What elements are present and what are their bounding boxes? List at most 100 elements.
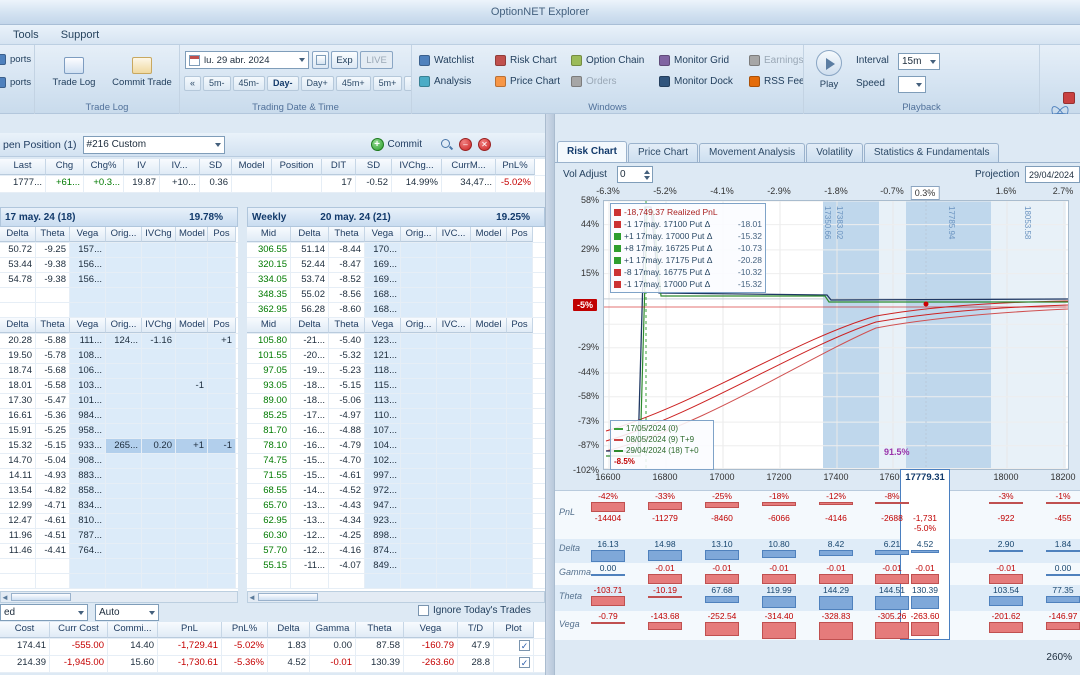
plot-checkbox[interactable]: ✓ bbox=[519, 657, 530, 668]
table-row[interactable]: 101.55 -20... -5.32 121... bbox=[247, 349, 545, 364]
remove-icon[interactable]: – bbox=[459, 138, 472, 151]
table-row[interactable]: 50.72 -9.25 157... bbox=[0, 243, 238, 258]
table-row[interactable]: 348.35 55.02 -8.56 168... bbox=[247, 288, 545, 303]
reports-button[interactable]: ports bbox=[0, 74, 34, 90]
table-row[interactable]: 53.44 -9.38 156... bbox=[0, 258, 238, 273]
commit-trade-button[interactable]: Commit Trade bbox=[109, 48, 175, 96]
search-icon[interactable] bbox=[440, 138, 453, 151]
table-row[interactable]: 54.78 -9.38 156... bbox=[0, 273, 238, 288]
expiry-header-left[interactable]: 17 may. 24 (18) 19.78% bbox=[0, 207, 238, 227]
table-row[interactable]: 65.70 -13... -4.43 947... bbox=[247, 499, 545, 514]
tab-movement-analysis[interactable]: Movement Analysis bbox=[699, 143, 806, 162]
spinner-arrows-icon[interactable] bbox=[644, 169, 650, 180]
table-row[interactable] bbox=[0, 303, 238, 318]
table-row[interactable]: 17.30 -5.47 101... bbox=[0, 394, 238, 409]
close-icon[interactable]: ✕ bbox=[478, 138, 491, 151]
tab-statistics-fundamentals[interactable]: Statistics & Fundamentals bbox=[863, 143, 1000, 162]
step-forward-icon[interactable]: » bbox=[404, 76, 411, 91]
table-row[interactable]: 89.00 -18... -5.06 113... bbox=[247, 394, 545, 409]
menu-support[interactable]: Support bbox=[50, 27, 111, 43]
nav-day-[interactable]: Day- bbox=[267, 76, 299, 91]
scroll-thumb[interactable] bbox=[10, 593, 71, 601]
table-row[interactable]: 71.55 -15... -4.61 997... bbox=[247, 469, 545, 484]
table-row[interactable]: 68.55 -14... -4.52 972... bbox=[247, 484, 545, 499]
table-row[interactable]: 334.05 53.74 -8.52 169... bbox=[247, 273, 545, 288]
windows-item-option-chain[interactable]: Option Chain bbox=[568, 52, 647, 68]
tab-volatility[interactable]: Volatility bbox=[806, 143, 863, 162]
vol-adjust-stepper[interactable]: 0 bbox=[617, 166, 653, 183]
exp-button[interactable]: Exp bbox=[331, 51, 358, 69]
reports-button[interactable]: ports bbox=[0, 51, 34, 67]
table-row[interactable]: 320.15 52.44 -8.47 169... bbox=[247, 258, 545, 273]
position-selector[interactable]: #216 Custom bbox=[82, 135, 225, 154]
intraday-grid-button[interactable] bbox=[312, 51, 329, 69]
trade-log-button[interactable]: Trade Log bbox=[41, 48, 107, 96]
table-row[interactable]: 62.95 -13... -4.34 923... bbox=[247, 514, 545, 529]
table-row[interactable]: 12.99 -4.71 834... bbox=[0, 499, 238, 514]
windows-item-price-chart[interactable]: Price Chart bbox=[492, 73, 563, 89]
table-row[interactable]: 362.95 56.28 -8.60 168... bbox=[247, 303, 545, 318]
play-button[interactable] bbox=[816, 50, 842, 76]
menu-tools[interactable]: Tools bbox=[2, 27, 50, 43]
table-row[interactable]: 306.55 51.14 -8.44 170... bbox=[247, 243, 545, 258]
table-row[interactable]: 97.05 -19... -5.23 118... bbox=[247, 364, 545, 379]
nav-45m-[interactable]: 45m- bbox=[232, 76, 266, 91]
table-row[interactable]: 15.91 -5.25 958... bbox=[0, 424, 238, 439]
table-row[interactable]: 11.96 -4.51 787... bbox=[0, 529, 238, 544]
table-row[interactable]: 174.41 -555.00 14.40 -1,729.41 -5.02% 1.83 0.0… bbox=[0, 639, 545, 656]
nav-5m-[interactable]: 5m+ bbox=[372, 76, 403, 91]
scroll-thumb[interactable] bbox=[257, 593, 318, 601]
plot-checkbox[interactable]: ✓ bbox=[519, 640, 530, 651]
table-row[interactable]: 85.25 -17... -4.97 110... bbox=[247, 409, 545, 424]
expiry-header-right[interactable]: Weekly 20 may. 24 (21) 19.25% bbox=[247, 207, 545, 227]
windows-item-risk-chart[interactable]: Risk Chart bbox=[492, 52, 560, 68]
table-row[interactable]: 105.80 -21... -5.40 123... bbox=[247, 334, 545, 349]
table-row[interactable]: 13.54 -4.82 858... bbox=[0, 484, 238, 499]
windows-item-rss-feed[interactable]: RSS Feed bbox=[746, 73, 803, 89]
windows-item-monitor-dock[interactable]: Monitor Dock bbox=[656, 73, 736, 89]
commit-button[interactable]: + Commit bbox=[370, 138, 422, 151]
windows-item-watchlist[interactable]: Watchlist bbox=[416, 52, 477, 68]
nav-5m-[interactable]: 5m- bbox=[203, 76, 231, 91]
windows-item-analysis[interactable]: Analysis bbox=[416, 73, 474, 89]
nav-day-[interactable]: Day+ bbox=[300, 76, 334, 91]
table-row[interactable]: 18.01 -5.58 103... -1 bbox=[0, 379, 238, 394]
table-row[interactable]: 19.50 -5.78 108... bbox=[0, 349, 238, 364]
horizontal-scrollbar[interactable]: ◄ bbox=[0, 591, 238, 603]
projection-date-field[interactable]: 29/04/2024 bbox=[1025, 166, 1080, 183]
table-row[interactable] bbox=[247, 574, 545, 589]
ignore-trades-checkbox[interactable]: Ignore Today's Trades bbox=[418, 605, 531, 616]
table-row[interactable] bbox=[0, 574, 238, 589]
table-row[interactable]: 14.70 -5.04 908... bbox=[0, 454, 238, 469]
table-row[interactable]: 57.70 -12... -4.16 874... bbox=[247, 544, 545, 559]
scroll-left-icon[interactable]: ◄ bbox=[1, 593, 9, 602]
table-row[interactable]: 81.70 -16... -4.88 107... bbox=[247, 424, 545, 439]
table-row[interactable] bbox=[0, 559, 238, 574]
speed-select[interactable] bbox=[898, 76, 926, 93]
tab-risk-chart[interactable]: Risk Chart bbox=[557, 141, 628, 162]
panel-splitter[interactable] bbox=[545, 114, 555, 675]
table-row[interactable]: 78.10 -16... -4.79 104... bbox=[247, 439, 545, 454]
table-row[interactable]: 15.32 -5.15 933... 265... 0.20 +1 -1 bbox=[0, 439, 238, 454]
table-row[interactable]: 60.30 -12... -4.25 898... bbox=[247, 529, 545, 544]
table-row[interactable] bbox=[0, 288, 238, 303]
tab-price-chart[interactable]: Price Chart bbox=[628, 143, 699, 162]
table-row[interactable]: 18.74 -5.68 106... bbox=[0, 364, 238, 379]
mode-selector[interactable]: Auto bbox=[95, 604, 159, 621]
table-row[interactable]: 55.15 -11... -4.07 849... bbox=[247, 559, 545, 574]
table-row[interactable]: 74.75 -15... -4.70 102... bbox=[247, 454, 545, 469]
table-row[interactable]: 93.05 -18... -5.15 115... bbox=[247, 379, 545, 394]
scroll-left-icon[interactable]: ◄ bbox=[248, 593, 256, 602]
horizontal-scrollbar[interactable]: ◄ bbox=[247, 591, 545, 603]
trading-date-field[interactable]: lu. 29 abr. 2024 bbox=[185, 51, 309, 69]
table-row[interactable]: 12.47 -4.61 810... bbox=[0, 514, 238, 529]
table-row[interactable]: 214.39 -1,945.00 15.60 -1,730.61 -5.36% 4.52-… bbox=[0, 656, 545, 673]
table-row[interactable]: 11.46 -4.41 764... bbox=[0, 544, 238, 559]
table-row[interactable]: 16.61 -5.36 984... bbox=[0, 409, 238, 424]
step-back-icon[interactable]: « bbox=[184, 76, 202, 91]
table-row[interactable]: 14.11 -4.93 883... bbox=[0, 469, 238, 484]
view-selector[interactable]: ed bbox=[0, 604, 88, 621]
table-row[interactable]: 20.28 -5.88 111... 124... -1.16 +1 bbox=[0, 334, 238, 349]
interval-select[interactable]: 15m bbox=[898, 53, 940, 70]
windows-item-monitor-grid[interactable]: Monitor Grid bbox=[656, 52, 732, 68]
